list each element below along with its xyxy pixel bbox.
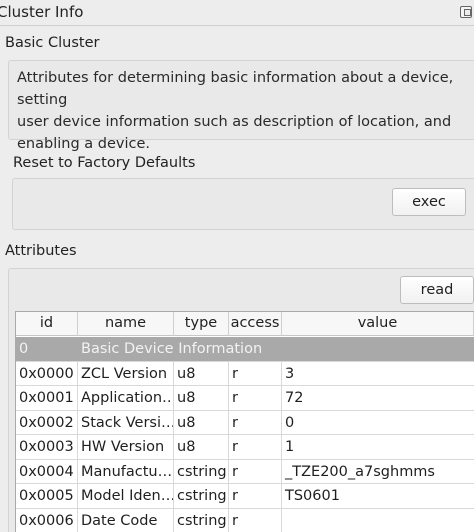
- attributes-title: Attributes: [5, 243, 77, 259]
- table-row[interactable]: 0x0001 Application… u8 r 72: [16, 386, 474, 411]
- cell-type: cstring: [174, 459, 229, 484]
- table-row[interactable]: 0x0000 ZCL Version u8 r 3: [16, 361, 474, 386]
- cell-type: u8: [174, 435, 229, 459]
- cell-id: 0x0004: [16, 459, 78, 484]
- column-header-value[interactable]: value: [282, 312, 474, 336]
- description-line: enabling a device.: [17, 136, 150, 152]
- cell-access: r: [229, 435, 282, 459]
- basic-description: Attributes for determining basic informa…: [17, 67, 474, 155]
- cell-value: TS0601: [285, 488, 340, 504]
- table-row[interactable]: 0x0002 Stack Versi… u8 r 0: [16, 410, 474, 435]
- cell-value: 1: [285, 439, 295, 455]
- cell-access: r: [229, 484, 282, 508]
- cell-type: cstring: [174, 508, 229, 532]
- cell-value: _TZE200_a7sghmms: [285, 463, 435, 480]
- cell-id: 0x0005: [16, 484, 78, 508]
- cell-type: cstring: [174, 484, 229, 508]
- cell-name: Application…: [78, 386, 174, 410]
- cell-value: [282, 509, 474, 532]
- float-window-icon[interactable]: [460, 6, 472, 18]
- group-row-id: 0: [19, 341, 29, 357]
- table-row[interactable]: 0x0005 Model Iden… cstring r TS0601: [16, 484, 474, 509]
- cell-name: Stack Versi…: [78, 410, 174, 435]
- group-row-name: Basic Device Information: [81, 341, 263, 357]
- table-row[interactable]: 0x0006 Date Code cstring r: [16, 508, 474, 532]
- attributes-table: id name type access value 0 Basic Device…: [15, 311, 474, 532]
- column-header-name[interactable]: name: [78, 312, 174, 336]
- cell-access: r: [229, 459, 282, 484]
- cell-access: r: [229, 508, 282, 532]
- reset-title: Reset to Factory Defaults: [13, 155, 196, 171]
- cell-value: 0: [285, 414, 295, 431]
- cell-access: r: [229, 410, 282, 435]
- cell-name: ZCL Version: [78, 361, 174, 386]
- cell-name: HW Version: [78, 435, 174, 459]
- table-row[interactable]: 0x0004 Manufactu… cstring r _TZE200_a7sg…: [16, 459, 474, 484]
- cell-name: Date Code: [78, 508, 174, 532]
- exec-button[interactable]: exec: [392, 188, 466, 216]
- table-row[interactable]: 0x0003 HW Version u8 r 1: [16, 435, 474, 460]
- description-line: Attributes for determining basic informa…: [17, 70, 454, 108]
- basic-cluster-title: Basic Cluster: [5, 35, 100, 51]
- column-header-type[interactable]: type: [174, 312, 229, 336]
- cell-id: 0x0000: [16, 361, 78, 386]
- cell-id: 0x0006: [16, 508, 78, 532]
- basic-description-frame: Attributes for determining basic informa…: [8, 60, 474, 152]
- table-header: id name type access value: [16, 312, 474, 336]
- cell-id: 0x0001: [16, 386, 78, 410]
- cell-access: r: [229, 361, 282, 386]
- column-header-access[interactable]: access: [229, 312, 282, 336]
- cell-value: 3: [285, 365, 295, 382]
- cell-type: u8: [174, 410, 229, 435]
- title-bar: Cluster Info: [0, 0, 474, 26]
- cluster-info-panel: Cluster Info Basic Cluster Attributes fo…: [0, 0, 474, 532]
- cell-name: Manufactu…: [78, 459, 174, 484]
- column-header-id[interactable]: id: [16, 312, 78, 336]
- read-button[interactable]: read: [400, 276, 474, 304]
- cell-type: u8: [174, 361, 229, 386]
- group-row[interactable]: 0 Basic Device Information: [16, 337, 474, 362]
- cell-id: 0x0003: [16, 435, 78, 459]
- cell-name: Model Iden…: [78, 484, 174, 508]
- description-line: user device information such as descript…: [17, 114, 452, 130]
- cell-type: u8: [174, 386, 229, 410]
- panel-title: Cluster Info: [0, 3, 84, 21]
- cell-access: r: [229, 386, 282, 410]
- cell-id: 0x0002: [16, 410, 78, 435]
- cell-value: 72: [285, 390, 304, 406]
